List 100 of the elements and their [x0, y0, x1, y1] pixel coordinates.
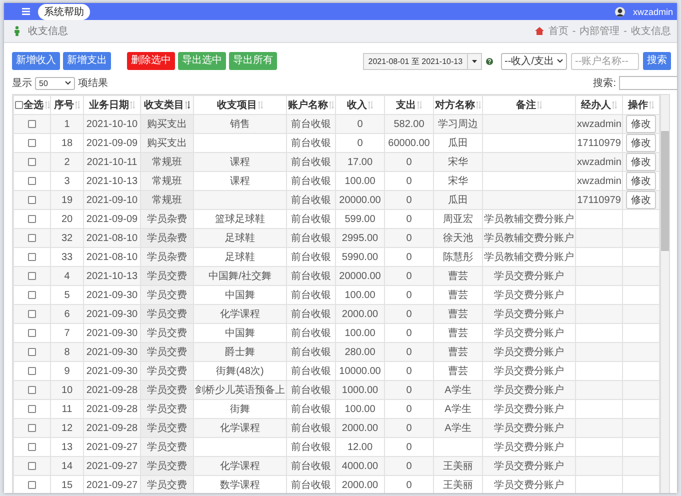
checkbox[interactable]	[28, 158, 36, 166]
table-cell: 学员交费分账户	[494, 347, 564, 358]
checkbox[interactable]	[28, 234, 36, 242]
sort-icon	[185, 101, 190, 109]
table-cell: 学员杂费	[147, 233, 187, 244]
table-cell: 0	[406, 156, 412, 168]
search-button[interactable]: 搜索	[643, 52, 671, 70]
table-cell: 化学课程	[220, 461, 260, 472]
add-button[interactable]: 新增收入	[12, 52, 60, 70]
edit-button[interactable]: 修改	[626, 134, 656, 152]
table-cell: 曹芸	[448, 328, 468, 339]
show-label: 显示	[12, 77, 32, 90]
sort-icon	[612, 101, 617, 109]
table-cell: 17.00	[347, 156, 373, 168]
edit-button[interactable]: 修改	[626, 115, 656, 133]
table-cell: 0	[406, 384, 412, 396]
help-button[interactable]: 系统帮助	[38, 4, 90, 20]
table-cell: 学员交费	[147, 442, 187, 453]
caret-icon	[472, 60, 477, 62]
table-cell: 常规班	[152, 176, 182, 187]
menu-icon[interactable]	[22, 8, 30, 15]
table-cell: 前台收银	[291, 195, 331, 206]
checkbox[interactable]	[28, 176, 36, 185]
checkbox[interactable]	[28, 348, 36, 356]
table-cell: 2000.00	[342, 422, 378, 434]
page-title: 收支信息	[28, 24, 68, 38]
column-header[interactable]: 备注	[516, 98, 536, 112]
checkbox[interactable]	[28, 404, 36, 413]
delete-button[interactable]: 删除选中	[127, 52, 175, 70]
checkbox[interactable]	[28, 480, 36, 489]
table-cell: 2021-09-09	[86, 214, 138, 224]
table-cell: 2021-09-09	[86, 138, 138, 148]
table-cell: 学员交费分账户	[494, 404, 564, 415]
page-size-select[interactable]: 50	[35, 76, 75, 90]
checkbox[interactable]	[28, 214, 36, 223]
checkbox[interactable]	[28, 366, 36, 375]
table-cell: 课程	[230, 176, 250, 187]
table-cell: 0	[406, 232, 412, 244]
table-cell: 11	[62, 404, 72, 414]
table-cell: 王美丽	[443, 480, 473, 491]
checkbox[interactable]	[28, 424, 36, 432]
table-cell: 宋华	[448, 157, 468, 168]
table-cell: 10000.00	[339, 366, 381, 376]
checkbox[interactable]	[28, 290, 36, 299]
table-cell: 599.00	[344, 214, 376, 224]
account-field[interactable]: --账户名称--	[571, 52, 639, 70]
vertical-scrollbar[interactable]	[660, 95, 669, 493]
table-cell: 学员交费分账户	[494, 328, 564, 339]
type-select[interactable]: --收入/支出	[500, 52, 567, 70]
edit-button[interactable]: 修改	[626, 172, 656, 190]
user-name[interactable]: xwzadmin	[632, 6, 673, 16]
table-cell: 2021-09-30	[86, 346, 138, 358]
table-cell: 前台收银	[291, 176, 331, 187]
table-cell: 瓜田	[448, 138, 468, 149]
table-cell: 4000.00	[342, 460, 378, 472]
table-cell: 曹芸	[448, 271, 468, 282]
table-cell: 1	[64, 118, 70, 130]
checkbox[interactable]	[28, 272, 36, 280]
date-range-field[interactable]: 2021-08-01 至 2021-10-13	[363, 52, 482, 70]
table-cell: 学员交费	[147, 480, 187, 491]
sort-icon	[44, 101, 50, 109]
table-cell: 曹芸	[448, 290, 468, 301]
checkbox[interactable]	[28, 462, 36, 470]
table-cell: 常规班	[152, 157, 182, 168]
edit-button[interactable]: 修改	[626, 153, 656, 171]
table-cell: 0	[406, 404, 412, 414]
checkbox[interactable]	[28, 310, 36, 318]
table-cell: 前台收银	[291, 442, 331, 453]
table-cell: 0	[406, 252, 412, 262]
checkbox[interactable]	[28, 386, 36, 394]
table-cell: 10	[61, 384, 73, 396]
edit-button[interactable]: 修改	[626, 191, 656, 209]
checkbox[interactable]	[28, 196, 36, 204]
table-cell: 2995.00	[342, 232, 378, 244]
checkbox[interactable]	[14, 101, 22, 109]
table-cell: 学员交费分账户	[494, 480, 564, 491]
table-cell: 曹芸	[448, 347, 468, 358]
checkbox[interactable]	[28, 120, 36, 128]
table-cell: 2021-10-13	[86, 176, 138, 186]
table-cell: 20000.00	[339, 194, 381, 206]
checkbox[interactable]	[28, 138, 36, 147]
table-cell: 中国舞	[225, 328, 255, 339]
table-cell: 12.00	[347, 442, 373, 452]
table-search-field[interactable]	[619, 76, 677, 90]
add-button[interactable]: 新增支出	[63, 52, 111, 70]
table-cell: 2000.00	[342, 308, 378, 320]
checkbox[interactable]	[28, 328, 36, 337]
table-cell: 学员交费	[147, 423, 187, 434]
checkbox[interactable]	[28, 442, 36, 451]
table-cell: 学员交费分账户	[494, 290, 564, 301]
checkbox[interactable]	[28, 252, 36, 261]
sort-icon	[75, 101, 80, 109]
table-cell: 2021-09-30	[86, 308, 138, 320]
table-cell: 5	[64, 290, 70, 300]
table-cell: 购买支出	[147, 138, 187, 149]
table-cell: 2021-09-28	[86, 404, 138, 414]
table-cell: 学员交费分账户	[494, 366, 564, 377]
table-cell: 60000.00	[388, 138, 430, 148]
table-cell: 学员交费	[147, 328, 187, 339]
table-cell: 周亚宏	[443, 214, 473, 225]
